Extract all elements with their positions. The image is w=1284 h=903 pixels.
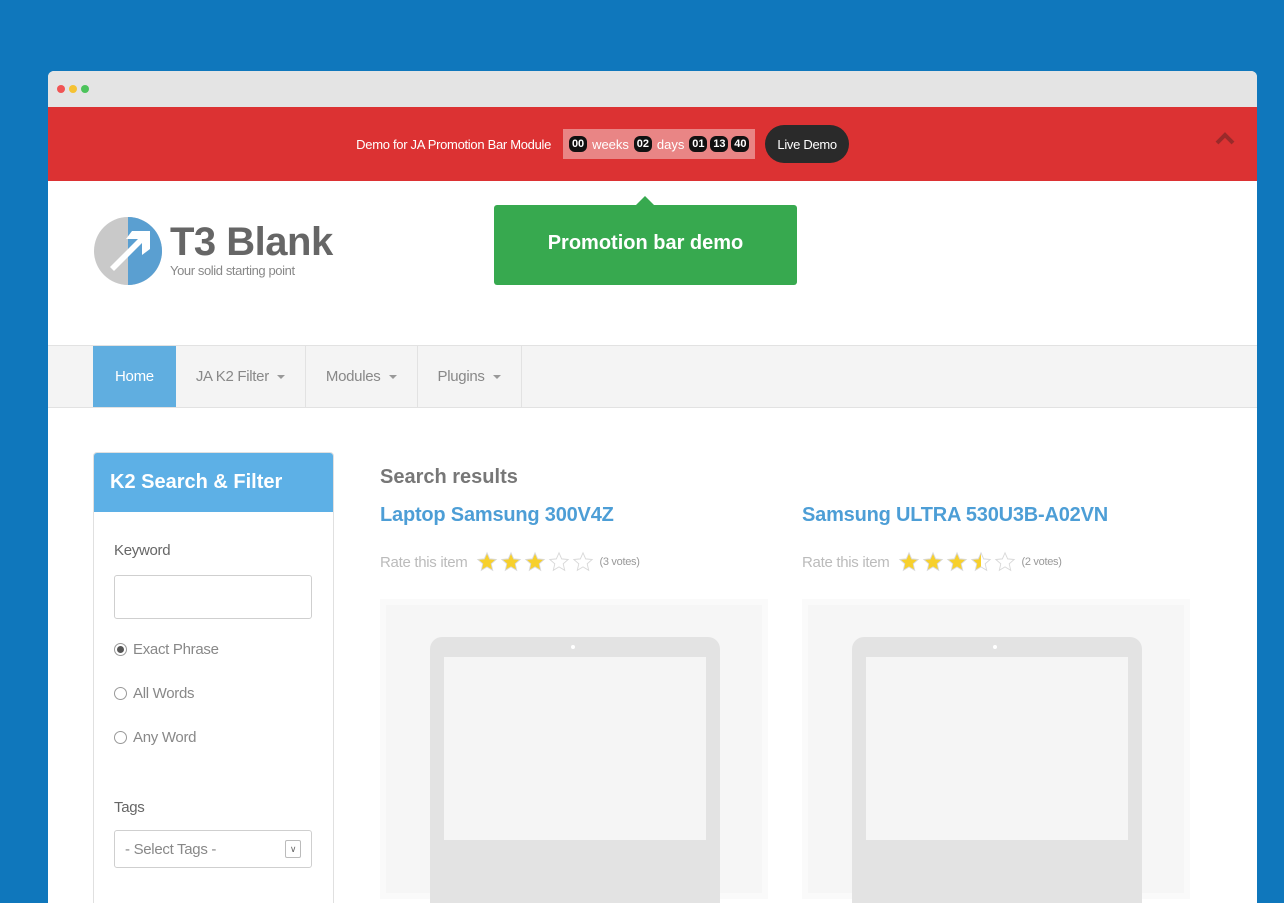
star-filled-icon[interactable] xyxy=(500,551,522,573)
main-content: K2 Search & Filter Keyword Exact Phrase … xyxy=(48,408,1257,903)
star-filled-icon[interactable] xyxy=(898,551,920,573)
star-filled-icon[interactable] xyxy=(922,551,944,573)
radio-unchecked-icon[interactable] xyxy=(114,730,127,744)
item-rating: Rate this item (3 votes) xyxy=(380,551,760,573)
collapse-chevron-up-icon[interactable] xyxy=(1215,131,1235,145)
promotion-tooltip: Promotion bar demo xyxy=(494,196,797,285)
radio-exact-phrase[interactable]: Exact Phrase xyxy=(114,635,313,663)
nav-item-plugins[interactable]: Plugins xyxy=(418,346,522,407)
caret-down-icon xyxy=(276,374,285,379)
nav-item-label: Plugins xyxy=(437,368,485,385)
item-rating: Rate this item (2 votes) xyxy=(802,551,1182,573)
k2-filter-panel: K2 Search & Filter Keyword Exact Phrase … xyxy=(93,452,334,903)
nav-item-modules[interactable]: Modules xyxy=(306,346,418,407)
close-window-dot[interactable] xyxy=(57,85,65,93)
radio-label: All Words xyxy=(133,684,195,702)
browser-titlebar xyxy=(48,71,1257,107)
star-empty-icon[interactable] xyxy=(572,551,594,573)
vote-count: (2 votes) xyxy=(1021,556,1062,568)
countdown-timer: 00 weeks 02 days 01 13 40 xyxy=(563,129,756,159)
t3-logo-icon xyxy=(94,217,162,285)
star-filled-icon[interactable] xyxy=(476,551,498,573)
radio-label: Exact Phrase xyxy=(133,640,219,658)
countdown-days: 02 xyxy=(633,136,652,152)
radio-checked-icon[interactable] xyxy=(114,642,127,656)
vote-count: (3 votes) xyxy=(599,556,640,568)
item-image[interactable] xyxy=(802,599,1190,903)
live-demo-button[interactable]: Live Demo xyxy=(765,125,849,163)
countdown-seconds: 40 xyxy=(731,136,750,152)
tags-label: Tags xyxy=(114,799,145,816)
browser-window: Demo for JA Promotion Bar Module 00 week… xyxy=(48,71,1257,903)
caret-down-icon xyxy=(388,374,397,379)
star-half-icon[interactable] xyxy=(970,551,992,573)
site-header: T3 Blank Your solid starting point Promo… xyxy=(48,181,1257,345)
nav-item-label: JA K2 Filter xyxy=(195,368,269,385)
tags-select-value: - Select Tags - xyxy=(125,840,217,858)
nav-item-ja-k2-filter[interactable]: JA K2 Filter xyxy=(176,346,306,407)
radio-any-word[interactable]: Any Word xyxy=(114,723,313,751)
star-filled-icon[interactable] xyxy=(524,551,546,573)
promotion-bar: Demo for JA Promotion Bar Module 00 week… xyxy=(48,107,1257,181)
site-tagline: Your solid starting point xyxy=(170,262,295,278)
result-item: Laptop Samsung 300V4Z Rate this item (3 … xyxy=(380,504,768,903)
minimize-window-dot[interactable] xyxy=(69,85,77,93)
laptop-image xyxy=(430,637,720,903)
rating-stars[interactable] xyxy=(898,551,1016,573)
laptop-image xyxy=(852,637,1142,903)
star-empty-icon[interactable] xyxy=(994,551,1016,573)
rate-label: Rate this item xyxy=(380,553,468,571)
item-title-link[interactable]: Laptop Samsung 300V4Z xyxy=(380,504,760,527)
nav-item-home[interactable]: Home xyxy=(93,346,176,407)
main-nav: Home JA K2 Filter Modules Plugins xyxy=(48,345,1257,408)
maximize-window-dot[interactable] xyxy=(81,85,89,93)
search-results: Search results Laptop Samsung 300V4Z Rat… xyxy=(380,466,1190,903)
countdown-weeks: 00 xyxy=(569,136,588,152)
site-logo[interactable]: T3 Blank Your solid starting point xyxy=(92,215,333,287)
star-empty-icon[interactable] xyxy=(548,551,570,573)
results-heading: Search results xyxy=(380,466,518,488)
countdown-hours: 01 xyxy=(689,136,708,152)
radio-label: Any Word xyxy=(133,728,197,746)
item-image[interactable] xyxy=(380,599,768,903)
star-filled-icon[interactable] xyxy=(946,551,968,573)
radio-unchecked-icon[interactable] xyxy=(114,686,127,700)
countdown-minutes: 13 xyxy=(710,136,729,152)
promo-text: Demo for JA Promotion Bar Module xyxy=(356,136,552,152)
site-title: T3 Blank xyxy=(170,219,333,264)
countdown-days-label: days xyxy=(656,136,685,152)
keyword-label: Keyword xyxy=(114,542,171,559)
chevron-down-icon: ∨ xyxy=(285,840,301,858)
tags-select[interactable]: - Select Tags - ∨ xyxy=(114,830,312,868)
caret-down-icon xyxy=(492,374,501,379)
item-title-link[interactable]: Samsung ULTRA 530U3B-A02VN xyxy=(802,504,1182,527)
countdown-weeks-label: weeks xyxy=(592,136,629,152)
nav-item-label: Home xyxy=(115,368,154,385)
radio-all-words[interactable]: All Words xyxy=(114,679,313,707)
nav-item-label: Modules xyxy=(325,368,381,385)
result-item: Samsung ULTRA 530U3B-A02VN Rate this ite… xyxy=(802,504,1190,903)
filter-panel-title: K2 Search & Filter xyxy=(94,453,333,512)
rate-label: Rate this item xyxy=(802,553,890,571)
keyword-input[interactable] xyxy=(114,575,312,619)
rating-stars[interactable] xyxy=(476,551,594,573)
